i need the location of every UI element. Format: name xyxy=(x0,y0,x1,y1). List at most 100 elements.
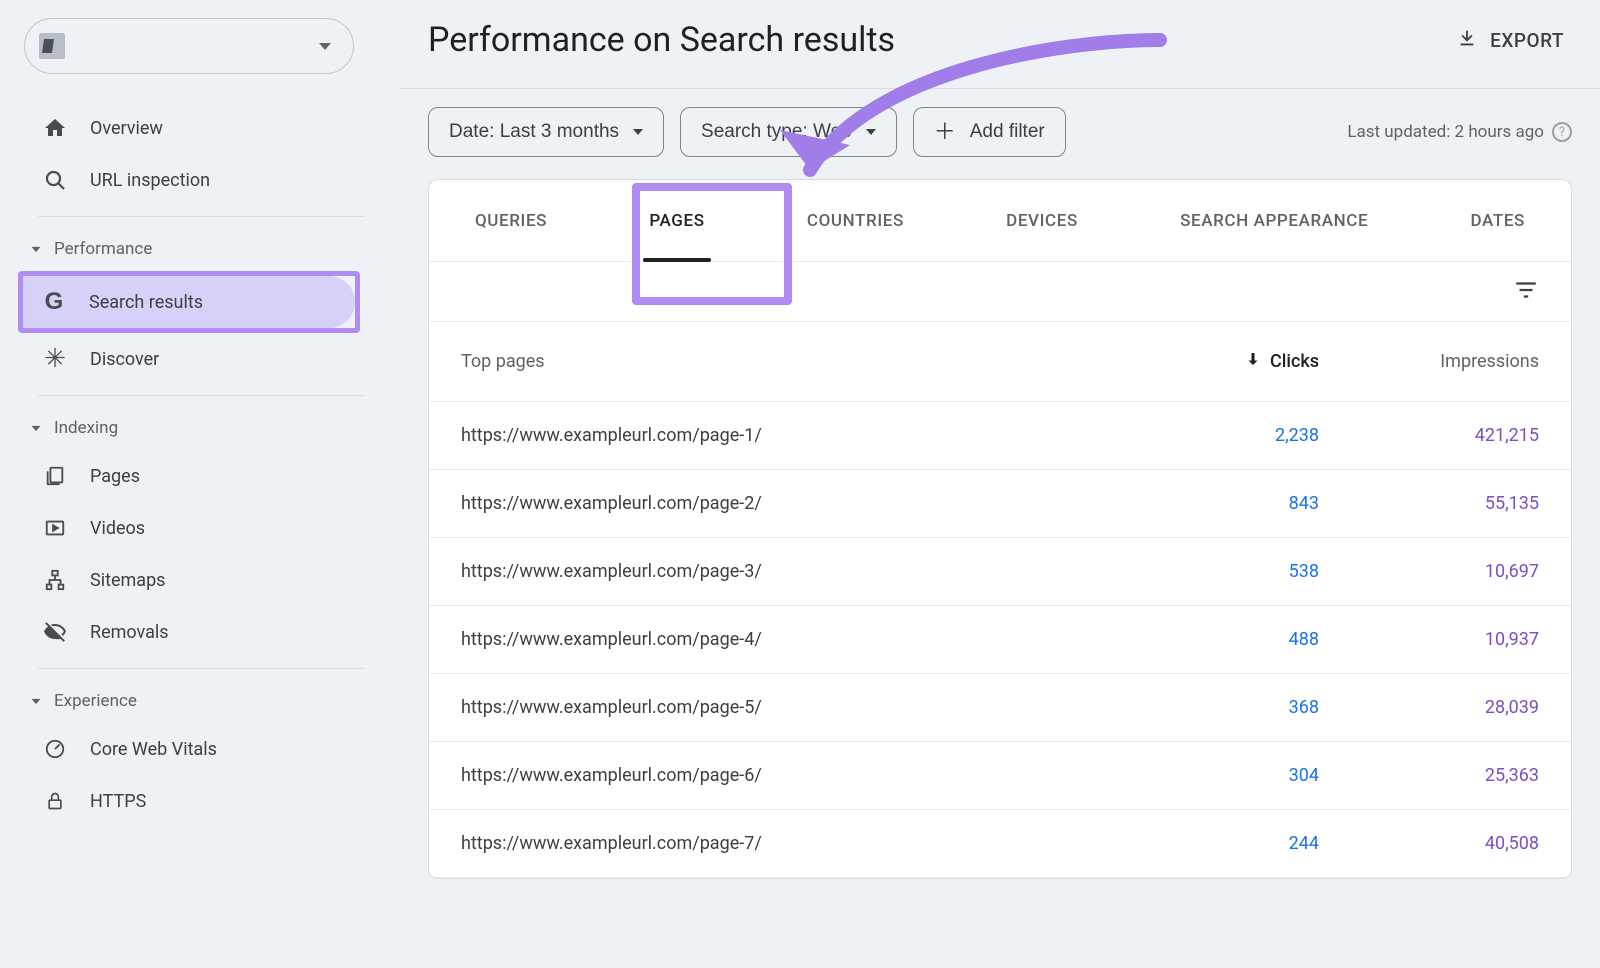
table-row[interactable]: https://www.exampleurl.com/page-7/24440,… xyxy=(429,810,1571,878)
sidebar-item-url-inspection[interactable]: URL inspection xyxy=(24,154,378,206)
sidebar-section-experience[interactable]: Experience xyxy=(24,679,378,723)
export-button[interactable]: EXPORT xyxy=(1456,27,1572,54)
sidebar-item-label: Search results xyxy=(89,292,203,313)
table-row[interactable]: https://www.exampleurl.com/page-1/2,2384… xyxy=(429,402,1571,470)
lock-icon xyxy=(42,788,68,814)
filter-icon[interactable] xyxy=(1513,277,1539,307)
divider xyxy=(38,216,364,217)
col-header-clicks[interactable]: Clicks xyxy=(1119,350,1319,373)
table-row[interactable]: https://www.exampleurl.com/page-4/48810,… xyxy=(429,606,1571,674)
cell-url: https://www.exampleurl.com/page-6/ xyxy=(461,765,1119,786)
table-row[interactable]: https://www.exampleurl.com/page-3/53810,… xyxy=(429,538,1571,606)
search-type-filter-chip[interactable]: Search type: Web xyxy=(680,107,897,157)
chip-label: Add filter xyxy=(970,121,1045,143)
tab-dates[interactable]: DATES xyxy=(1471,180,1525,262)
export-label: EXPORT xyxy=(1490,29,1564,52)
sidebar-item-sitemaps[interactable]: Sitemaps xyxy=(24,554,378,606)
sidebar: Overview URL inspection Performance G Se… xyxy=(0,0,400,968)
tab-queries[interactable]: QUERIES xyxy=(475,180,547,262)
help-icon[interactable]: ? xyxy=(1552,122,1572,142)
chevron-down-icon xyxy=(319,43,331,50)
tab-countries[interactable]: COUNTRIES xyxy=(807,180,904,262)
sidebar-item-label: Discover xyxy=(90,349,159,370)
cell-impressions: 40,508 xyxy=(1319,833,1539,854)
sidebar-item-search-results[interactable]: G Search results xyxy=(23,276,355,328)
chevron-down-icon xyxy=(866,129,876,135)
table-header: Top pages Clicks Impressions xyxy=(429,322,1571,402)
sort-arrow-down-icon xyxy=(1244,350,1262,373)
sidebar-item-label: HTTPS xyxy=(90,791,146,812)
cell-clicks: 304 xyxy=(1119,765,1319,786)
chevron-down-icon xyxy=(32,698,41,703)
table-row[interactable]: https://www.exampleurl.com/page-6/30425,… xyxy=(429,742,1571,810)
cell-impressions: 10,697 xyxy=(1319,561,1539,582)
home-icon xyxy=(42,115,68,141)
date-filter-chip[interactable]: Date: Last 3 months xyxy=(428,107,664,157)
tab-search-appearance[interactable]: SEARCH APPEARANCE xyxy=(1180,180,1368,262)
sidebar-section-performance[interactable]: Performance xyxy=(24,227,378,271)
cell-url: https://www.exampleurl.com/page-5/ xyxy=(461,697,1119,718)
tab-devices[interactable]: DEVICES xyxy=(1006,180,1078,262)
sidebar-item-removals[interactable]: Removals xyxy=(24,606,378,658)
sidebar-item-label: Pages xyxy=(90,466,140,487)
sidebar-section-label: Experience xyxy=(54,691,137,711)
sidebar-item-core-web-vitals[interactable]: Core Web Vitals xyxy=(24,723,378,775)
chevron-down-icon xyxy=(633,129,643,135)
sidebar-item-videos[interactable]: Videos xyxy=(24,502,378,554)
download-icon xyxy=(1456,27,1478,54)
sidebar-item-label: Overview xyxy=(90,118,163,139)
divider xyxy=(38,668,364,669)
discover-icon: ✳ xyxy=(42,346,68,372)
sidebar-section-label: Indexing xyxy=(54,418,118,438)
plus-icon: ＋ xyxy=(934,121,956,143)
property-selector[interactable] xyxy=(24,18,354,74)
tab-label: DEVICES xyxy=(1006,211,1078,231)
cell-url: https://www.exampleurl.com/page-2/ xyxy=(461,493,1119,514)
speed-icon xyxy=(42,736,68,762)
table-row[interactable]: https://www.exampleurl.com/page-5/36828,… xyxy=(429,674,1571,742)
chip-label: Search type: Web xyxy=(701,121,852,143)
sidebar-item-pages[interactable]: Pages xyxy=(24,450,378,502)
sidebar-item-label: Sitemaps xyxy=(90,570,165,591)
last-updated-text: Last updated: 2 hours ago xyxy=(1347,122,1544,142)
cell-clicks: 538 xyxy=(1119,561,1319,582)
cell-clicks: 368 xyxy=(1119,697,1319,718)
tab-pages[interactable]: PAGES xyxy=(649,180,704,262)
annotation-highlight-sidebar: G Search results xyxy=(18,271,360,333)
main-content: Performance on Search results EXPORT Dat… xyxy=(400,0,1600,968)
cell-clicks: 2,238 xyxy=(1119,425,1319,446)
divider xyxy=(400,88,1600,89)
add-filter-button[interactable]: ＋ Add filter xyxy=(913,107,1066,157)
sidebar-item-label: Videos xyxy=(90,518,145,539)
sidebar-item-label: Removals xyxy=(90,622,169,643)
tab-label: DATES xyxy=(1471,211,1525,231)
sidebar-section-indexing[interactable]: Indexing xyxy=(24,406,378,450)
tab-label: PAGES xyxy=(649,211,704,231)
video-icon xyxy=(42,515,68,541)
col-header-pages: Top pages xyxy=(461,351,1119,372)
cell-url: https://www.exampleurl.com/page-3/ xyxy=(461,561,1119,582)
sidebar-item-https[interactable]: HTTPS xyxy=(24,775,378,827)
sidebar-item-discover[interactable]: ✳ Discover xyxy=(24,333,378,385)
chevron-down-icon xyxy=(32,246,41,251)
cell-url: https://www.exampleurl.com/page-4/ xyxy=(461,629,1119,650)
divider xyxy=(38,395,364,396)
cell-url: https://www.exampleurl.com/page-1/ xyxy=(461,425,1119,446)
tab-label: SEARCH APPEARANCE xyxy=(1180,211,1368,231)
sidebar-item-overview[interactable]: Overview xyxy=(24,102,378,154)
search-icon xyxy=(42,167,68,193)
pages-icon xyxy=(42,463,68,489)
cell-impressions: 28,039 xyxy=(1319,697,1539,718)
cell-url: https://www.exampleurl.com/page-7/ xyxy=(461,833,1119,854)
sidebar-item-label: Core Web Vitals xyxy=(90,739,217,760)
cell-impressions: 55,135 xyxy=(1319,493,1539,514)
cell-clicks: 488 xyxy=(1119,629,1319,650)
col-label: Clicks xyxy=(1270,351,1319,372)
sidebar-section-label: Performance xyxy=(54,239,152,259)
chip-label: Date: Last 3 months xyxy=(449,121,619,143)
table-row[interactable]: https://www.exampleurl.com/page-2/84355,… xyxy=(429,470,1571,538)
cell-clicks: 843 xyxy=(1119,493,1319,514)
col-header-impressions[interactable]: Impressions xyxy=(1319,351,1539,372)
chevron-down-icon xyxy=(32,425,41,430)
tab-label: COUNTRIES xyxy=(807,211,904,231)
